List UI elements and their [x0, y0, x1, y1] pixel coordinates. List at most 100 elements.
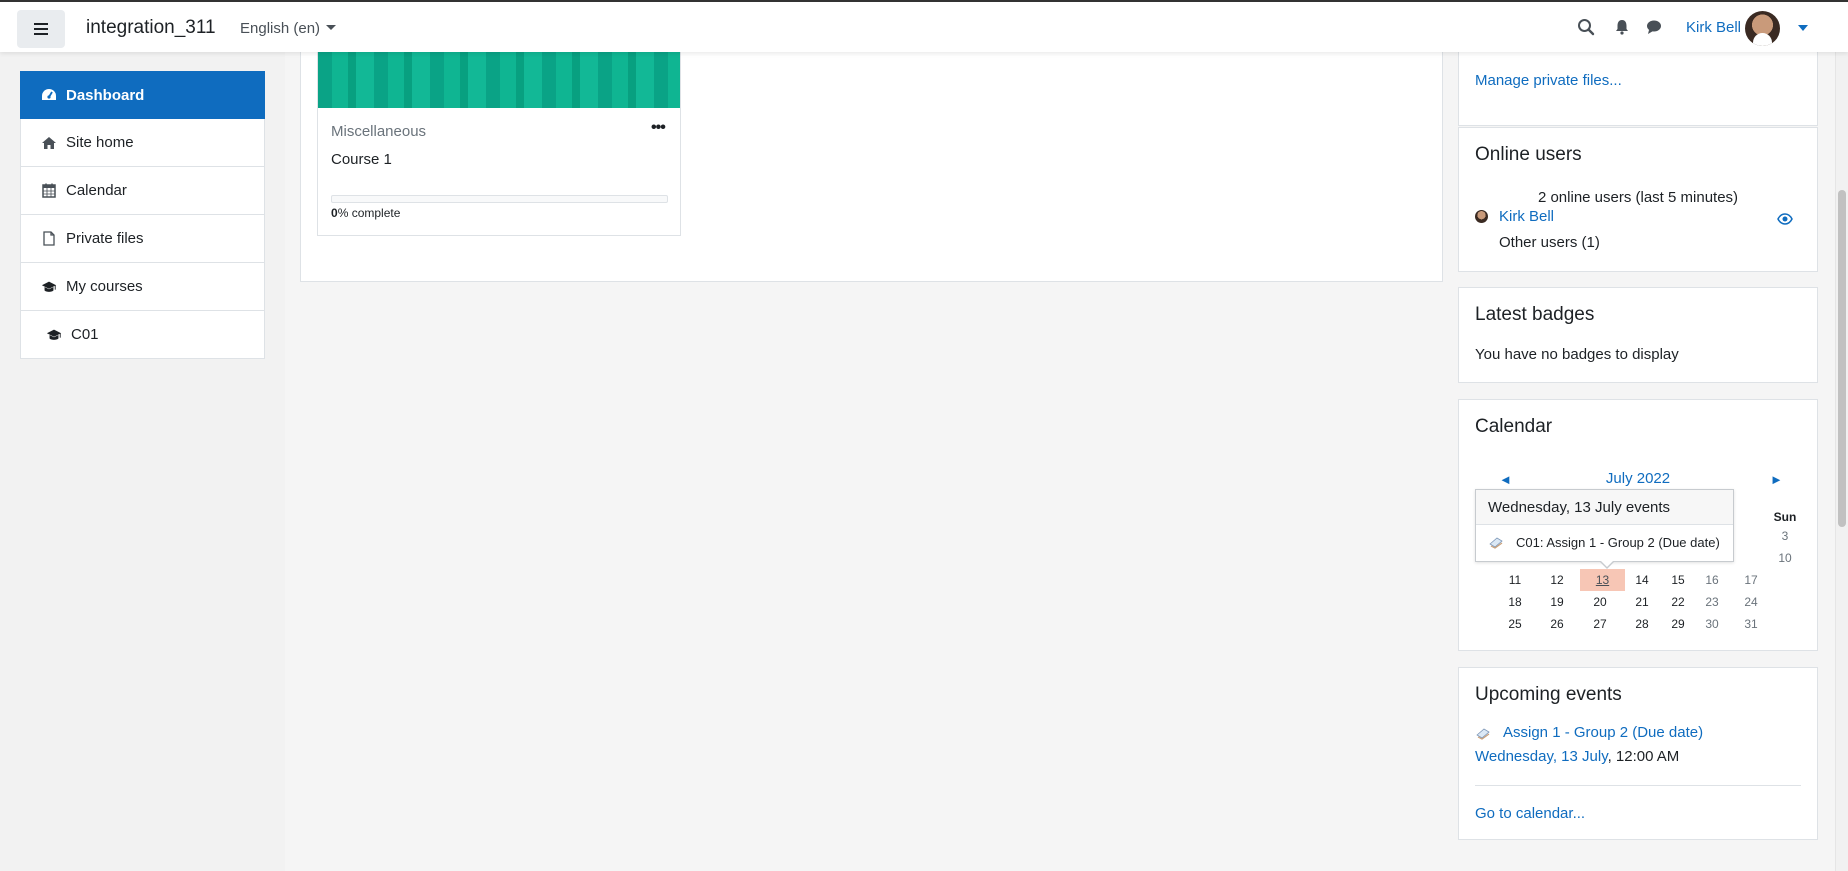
search-icon[interactable]: [1577, 18, 1595, 36]
course-progress-text: 0% complete: [331, 206, 400, 220]
site-name[interactable]: integration_311: [86, 17, 216, 39]
nav-item-label: Calendar: [66, 182, 127, 199]
user-avatar: [1475, 210, 1488, 223]
no-badges-text: You have no badges to display: [1475, 346, 1679, 363]
upcoming-event-link[interactable]: Assign 1 - Group 2 (Due date): [1503, 724, 1703, 741]
calendar-day[interactable]: 20: [1580, 591, 1620, 613]
calendar-day[interactable]: 21: [1622, 591, 1662, 613]
assignment-icon: [1476, 728, 1490, 740]
calendar-day[interactable]: 24: [1731, 591, 1771, 613]
block-title: Latest badges: [1475, 304, 1595, 325]
nav-item-my-courses[interactable]: My courses: [20, 263, 265, 311]
top-navbar: integration_311 English (en) Kirk Bell: [0, 0, 1848, 52]
calendar-day[interactable]: 27: [1580, 613, 1620, 635]
calendar-day[interactable]: 3: [1765, 525, 1805, 547]
calendar-day[interactable]: 31: [1731, 613, 1771, 635]
nav-item-label: C01: [71, 326, 99, 343]
calendar-day[interactable]: 12: [1537, 569, 1577, 591]
nav-item-label: Site home: [66, 134, 134, 151]
eye-icon[interactable]: [1777, 213, 1793, 225]
course-name[interactable]: Course 1: [331, 151, 392, 168]
online-users-block: Online users 2 online users (last 5 minu…: [1458, 127, 1818, 272]
nav-item-label: Private files: [66, 230, 144, 247]
nav-list: Dashboard Site home Calendar Private fil…: [20, 71, 265, 359]
course-category: Miscellaneous: [331, 123, 427, 140]
nav-item-calendar[interactable]: Calendar: [20, 167, 265, 215]
graduation-cap-icon: [41, 279, 57, 295]
progress-value: 0: [331, 206, 338, 220]
calendar-icon: [41, 183, 57, 199]
event-date-link[interactable]: Wednesday, 13 July: [1475, 748, 1608, 765]
calendar-week: 18 19 20 21 22 23 24: [1495, 591, 1805, 613]
hamburger-icon: [34, 23, 48, 35]
file-icon: [41, 231, 57, 247]
course-card[interactable]: Miscellaneous ••• Course 1 0% complete: [317, 52, 681, 236]
block-title: Online users: [1475, 144, 1582, 165]
calendar-day[interactable]: 11: [1495, 569, 1535, 591]
online-user-item: Kirk Bell: [1475, 208, 1554, 225]
calendar-day[interactable]: 19: [1537, 591, 1577, 613]
calendar-day[interactable]: 26: [1537, 613, 1577, 635]
caret-down-icon: [326, 25, 337, 30]
nav-drawer: Dashboard Site home Calendar Private fil…: [0, 52, 285, 871]
scrollbar-thumb[interactable]: [1838, 190, 1846, 527]
course-progress-bar: [331, 195, 668, 203]
language-label: English (en): [240, 20, 321, 37]
online-users-count: 2 online users (last 5 minutes): [1537, 189, 1739, 206]
bell-icon[interactable]: [1613, 18, 1631, 36]
nav-item-private-files[interactable]: Private files: [20, 215, 265, 263]
course-image[interactable]: [318, 52, 680, 108]
latest-badges-block: Latest badges You have no badges to disp…: [1458, 287, 1818, 383]
calendar-day[interactable]: 16: [1692, 569, 1732, 591]
calendar-week: 25 26 27 28 29 30 31: [1495, 613, 1805, 635]
nav-item-dashboard[interactable]: Dashboard: [20, 71, 265, 119]
calendar-day[interactable]: 18: [1495, 591, 1535, 613]
calendar-day-today[interactable]: 13: [1580, 569, 1625, 591]
calendar-month-link[interactable]: July 2022: [1459, 470, 1817, 487]
calendar-day[interactable]: 25: [1495, 613, 1535, 635]
chat-icon[interactable]: [1645, 18, 1663, 36]
nav-item-c01[interactable]: C01: [20, 311, 265, 359]
popover-title: Wednesday, 13 July events: [1476, 490, 1733, 525]
block-title: Calendar: [1475, 416, 1553, 437]
block-title: Upcoming events: [1475, 684, 1622, 705]
progress-suffix: % complete: [337, 206, 401, 220]
graduation-cap-icon: [46, 327, 62, 343]
online-user-link[interactable]: Kirk Bell: [1499, 208, 1554, 225]
drawer-toggle-button[interactable]: [17, 10, 65, 48]
next-month-icon[interactable]: ►: [1770, 472, 1783, 487]
popover-event-label: C01: Assign 1 - Group 2 (Due date): [1516, 534, 1720, 550]
divider: [1475, 785, 1801, 786]
course-actions-icon[interactable]: •••: [651, 119, 666, 137]
assignment-icon: [1489, 537, 1503, 549]
calendar-day[interactable]: 17: [1731, 569, 1771, 591]
calendar-day[interactable]: 10: [1765, 547, 1805, 569]
other-users: Other users (1): [1499, 234, 1600, 251]
private-files-block: Manage private files...: [1458, 52, 1818, 126]
user-avatar[interactable]: [1745, 11, 1780, 46]
upcoming-events-block: Upcoming events Assign 1 - Group 2 (Due …: [1458, 667, 1818, 840]
calendar-day-popover: Wednesday, 13 July events C01: Assign 1 …: [1475, 489, 1734, 569]
event-time: , 12:00 AM: [1607, 748, 1680, 765]
calendar-day[interactable]: 28: [1622, 613, 1662, 635]
calendar-week: 11 12 13 14 15 16 17: [1495, 569, 1805, 591]
calendar-day[interactable]: 30: [1692, 613, 1732, 635]
user-menu-caret-icon[interactable]: [1798, 25, 1808, 31]
nav-item-label: Dashboard: [66, 86, 145, 104]
language-menu[interactable]: English (en): [240, 20, 337, 37]
upcoming-event-item: Assign 1 - Group 2 (Due date): [1475, 724, 1703, 741]
prev-month-icon[interactable]: ◄: [1499, 472, 1512, 487]
popover-arrow: [1600, 561, 1614, 569]
calendar-day[interactable]: 23: [1692, 591, 1732, 613]
user-name[interactable]: Kirk Bell: [1686, 19, 1741, 36]
manage-private-files-link[interactable]: Manage private files...: [1475, 72, 1622, 89]
go-to-calendar-link[interactable]: Go to calendar...: [1475, 805, 1585, 822]
upcoming-event-date: Wednesday, 13 July, 12:00 AM: [1475, 748, 1679, 765]
calendar-day[interactable]: 14: [1622, 569, 1662, 591]
home-icon: [41, 135, 57, 151]
nav-item-site-home[interactable]: Site home: [20, 119, 265, 167]
dashboard-icon: [41, 87, 57, 103]
popover-event[interactable]: C01: Assign 1 - Group 2 (Due date): [1476, 525, 1733, 559]
nav-item-label: My courses: [66, 278, 143, 295]
page-scrollbar[interactable]: [1835, 52, 1848, 871]
